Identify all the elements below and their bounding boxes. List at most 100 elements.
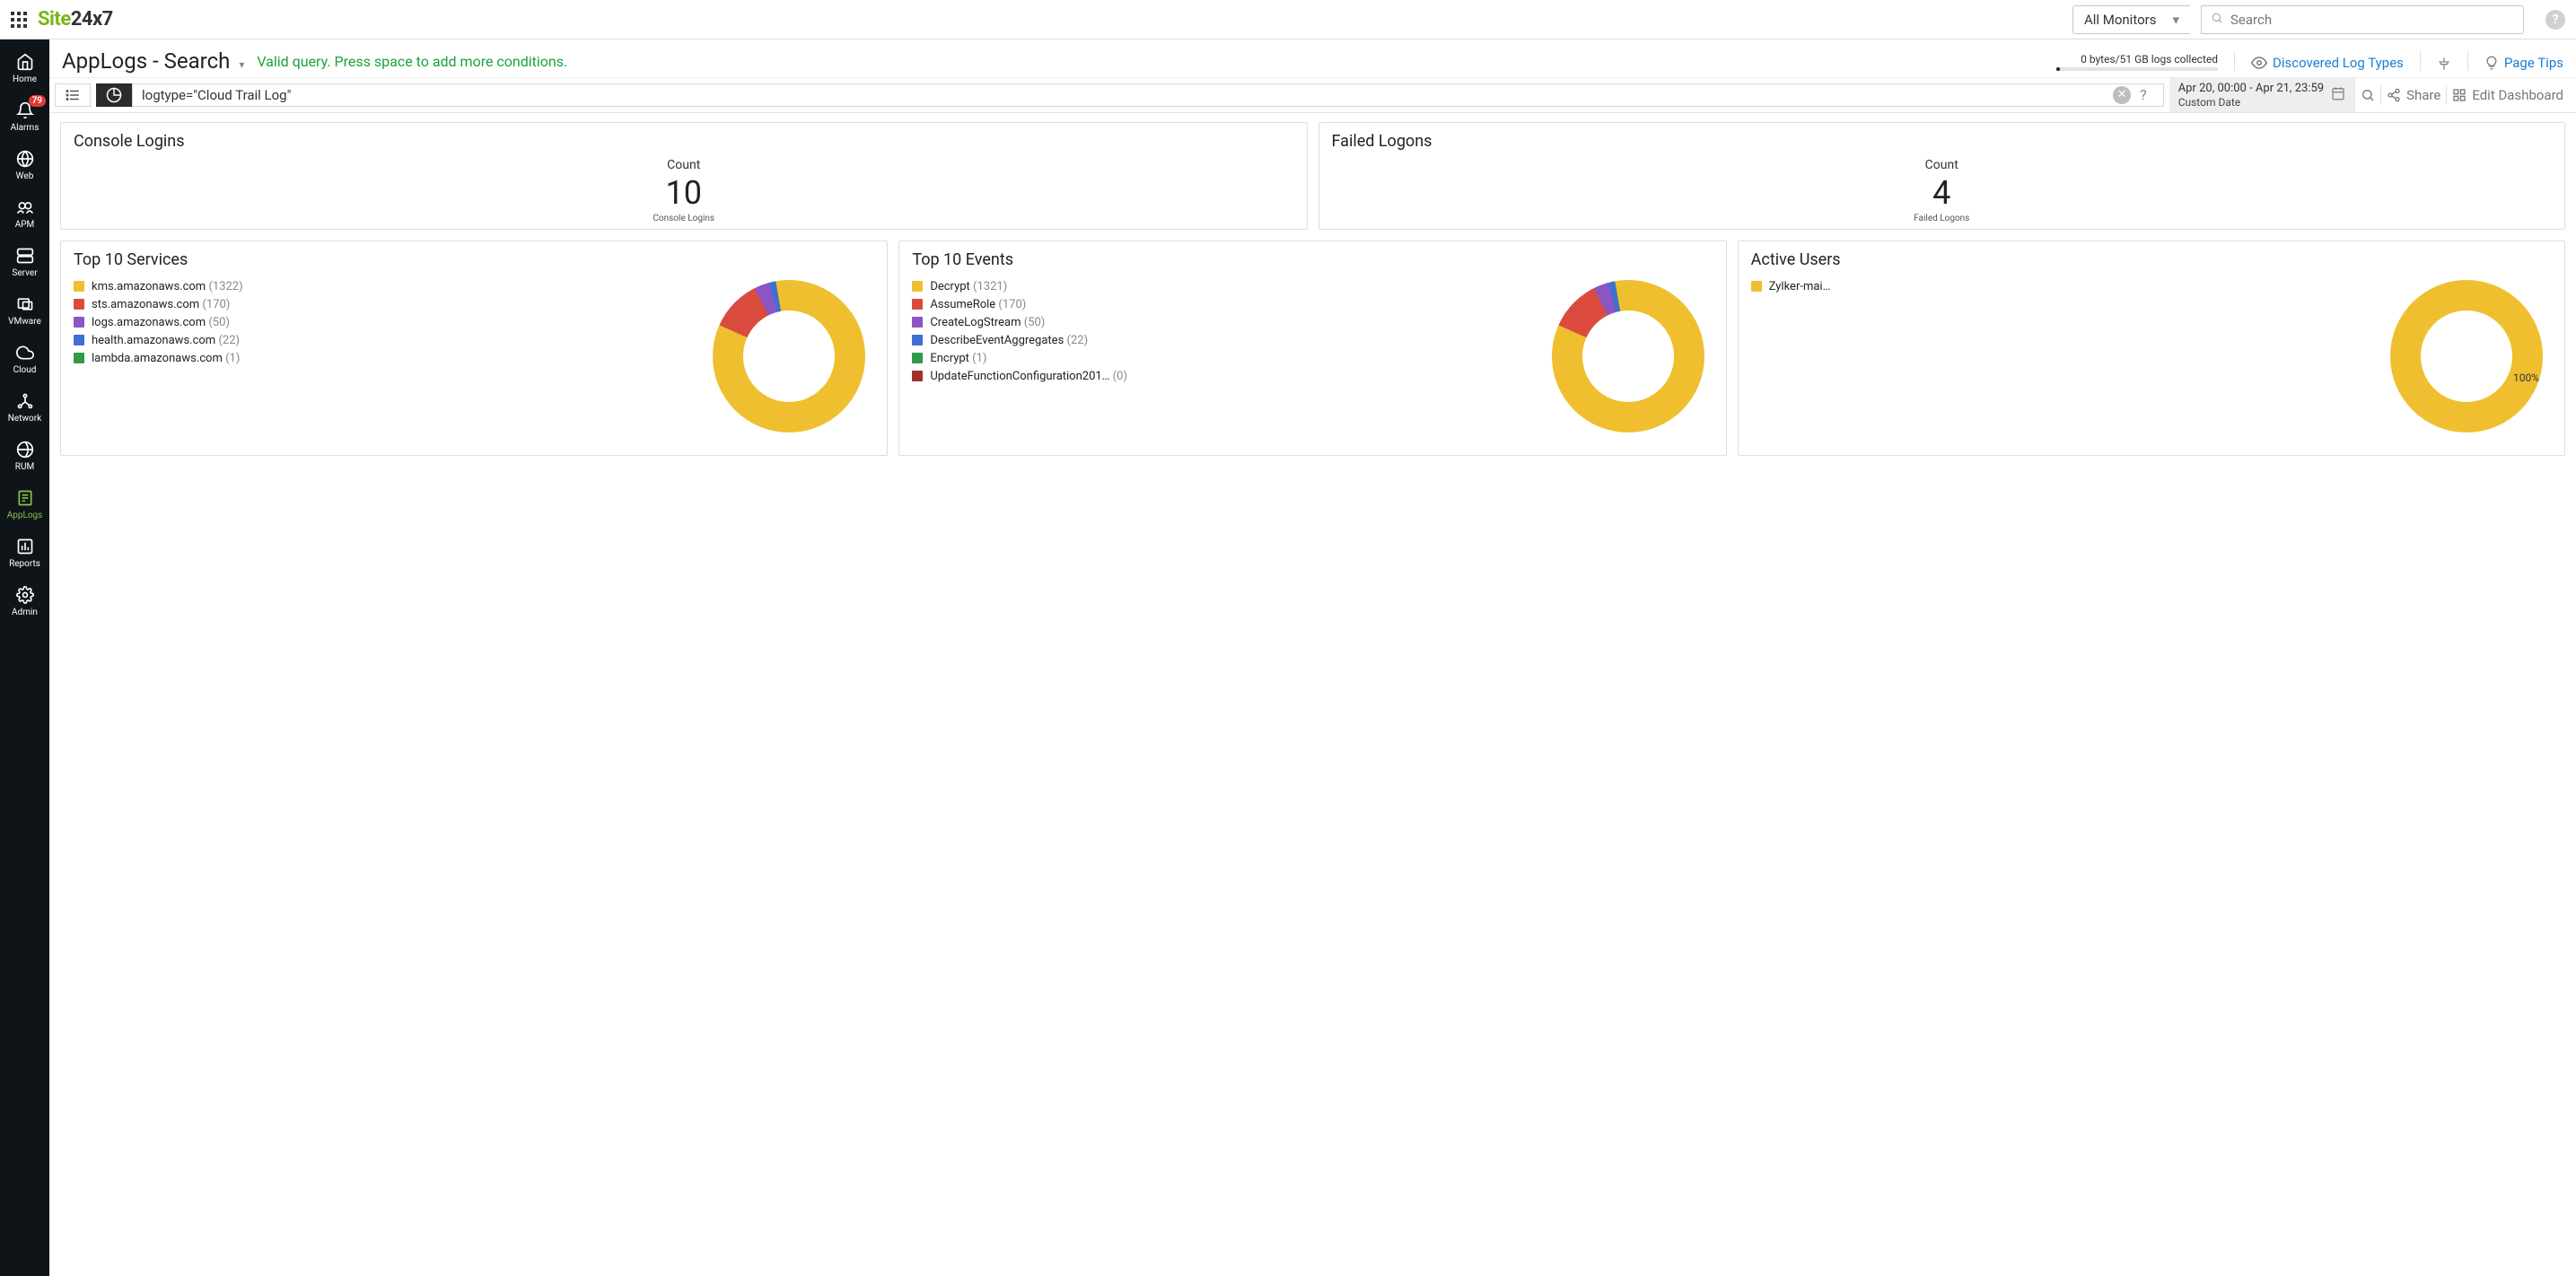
sidenav-item-server[interactable]: Server — [0, 239, 49, 285]
legend-item[interactable]: logs.amazonaws.com (50) — [74, 316, 688, 329]
help-icon[interactable]: ? — [2545, 10, 2565, 30]
log-usage: 0 bytes/51 GB logs collected — [2056, 53, 2218, 71]
date-range-sub: Custom Date — [2178, 96, 2324, 109]
sidenav-item-applogs[interactable]: AppLogs — [0, 481, 49, 528]
sidenav-item-home[interactable]: Home — [0, 45, 49, 92]
query-help-icon[interactable]: ? — [2140, 86, 2147, 103]
date-range-picker[interactable]: Apr 20, 00:00 - Apr 21, 23:59 Custom Dat… — [2169, 78, 2354, 112]
query-hint: Valid query. Press space to add more con… — [257, 53, 567, 70]
page-tips-label: Page Tips — [2504, 55, 2563, 71]
legend-item[interactable]: sts.amazonaws.com (170) — [74, 298, 688, 311]
legend: Decrypt (1321) AssumeRole (170) CreateLogS… — [912, 280, 1526, 433]
legend-label: health.amazonaws.com (22) — [92, 334, 240, 347]
legend-label: lambda.amazonaws.com (1) — [92, 352, 240, 365]
apps-grid-icon[interactable] — [11, 12, 27, 28]
chart-view-button[interactable] — [96, 83, 132, 107]
page-header: AppLogs - Search ▾ Valid query. Press sp… — [49, 39, 2576, 78]
legend-swatch — [912, 281, 923, 292]
web-icon — [15, 149, 35, 169]
legend-label: CreateLogStream (50) — [930, 316, 1045, 329]
legend-swatch — [74, 335, 84, 345]
share-button[interactable]: Share — [2381, 78, 2446, 112]
legend-item[interactable]: health.amazonaws.com (22) — [74, 334, 688, 347]
card-failed-logons[interactable]: Failed Logons Count 4 Failed Logons — [1319, 122, 2566, 230]
sidenav-item-alarms[interactable]: Alarms 79 — [0, 93, 49, 140]
sidenav: Home Alarms 79 Web APMServer VMware CloudNetwo… — [0, 39, 49, 1276]
brand-right: 24x7 — [71, 8, 113, 31]
discovered-log-types-link[interactable]: Discovered Log Types — [2251, 55, 2404, 71]
brand-logo[interactable]: Site24x7 — [38, 8, 113, 31]
sidenav-item-admin[interactable]: Admin — [0, 578, 49, 625]
pin-icon[interactable] — [2437, 57, 2451, 71]
legend-item[interactable]: Encrypt (1) — [912, 352, 1526, 365]
page-title[interactable]: AppLogs - Search ▾ — [62, 48, 244, 74]
legend-item[interactable]: Decrypt (1321) — [912, 280, 1526, 293]
log-usage-text: 0 bytes/51 GB logs collected — [2081, 53, 2218, 66]
legend-label: kms.amazonaws.com (1322) — [92, 280, 243, 293]
sidenav-label: Alarms — [11, 123, 39, 133]
count-label: Count — [61, 158, 1307, 172]
edit-dashboard-button[interactable]: Edit Dashboard — [2447, 78, 2576, 112]
legend-swatch — [912, 317, 923, 328]
query-row: logtype="Cloud Trail Log" ✕ ? Apr 20, 00… — [49, 78, 2576, 113]
legend-item[interactable]: CreateLogStream (50) — [912, 316, 1526, 329]
global-search[interactable] — [2201, 5, 2524, 34]
sidenav-label: AppLogs — [7, 511, 43, 520]
sidenav-item-cloud[interactable]: Cloud — [0, 336, 49, 382]
legend: kms.amazonaws.com (1322) sts.amazonaws.co… — [74, 280, 688, 433]
legend-item[interactable]: UpdateFunctionConfiguration201… (0) — [912, 370, 1526, 383]
server-icon — [15, 246, 35, 266]
search-input[interactable] — [2230, 12, 2514, 28]
query-input[interactable]: logtype="Cloud Trail Log" ✕ ? — [132, 83, 2164, 107]
list-view-button[interactable] — [55, 83, 91, 107]
clear-query-icon[interactable]: ✕ — [2113, 86, 2131, 104]
legend-label: Zylker-mai… — [1769, 280, 1831, 293]
count-value: 10 — [61, 174, 1307, 212]
count-label: Count — [1319, 158, 2565, 172]
count-caption: Console Logins — [61, 214, 1307, 223]
sidenav-item-reports[interactable]: Reports — [0, 529, 49, 576]
query-text: logtype="Cloud Trail Log" — [142, 87, 291, 103]
legend-swatch — [1751, 281, 1762, 292]
legend-swatch — [74, 353, 84, 363]
sidenav-item-web[interactable]: Web — [0, 142, 49, 188]
legend-item[interactable]: Zylker-mai… — [1751, 280, 2365, 293]
sidenav-label: Web — [16, 171, 34, 181]
legend-item[interactable]: AssumeRole (170) — [912, 298, 1526, 311]
network-icon — [15, 391, 35, 411]
card-console-logins[interactable]: Console Logins Count 10 Console Logins — [60, 122, 1308, 230]
card-top-10-services[interactable]: Top 10 Services kms.amazonaws.com (1322)… — [60, 240, 888, 456]
legend-item[interactable]: kms.amazonaws.com (1322) — [74, 280, 688, 293]
sidenav-label: Admin — [12, 607, 38, 617]
chevron-down-icon: ▾ — [2172, 12, 2179, 28]
monitors-label: All Monitors — [2084, 12, 2157, 28]
legend-item[interactable]: DescribeEventAggregates (22) — [912, 334, 1526, 347]
legend-swatch — [912, 371, 923, 381]
card-top-10-events[interactable]: Top 10 Events Decrypt (1321) AssumeRole (… — [898, 240, 1726, 456]
topbar: Site24x7 All Monitors ▾ ? — [0, 0, 2576, 39]
apm-icon — [15, 197, 35, 217]
card-active-users[interactable]: Active Users Zylker-mai… 100% — [1738, 240, 2565, 456]
card-title: Top 10 Events — [899, 241, 1725, 275]
sidenav-item-apm[interactable]: APM — [0, 190, 49, 237]
donut-chart — [1552, 280, 1704, 433]
eye-icon — [2251, 55, 2267, 71]
alarm-badge: 79 — [29, 95, 46, 107]
run-search-button[interactable] — [2354, 78, 2380, 112]
sidenav-label: VMware — [8, 317, 41, 327]
lightbulb-icon — [2484, 56, 2499, 70]
monitors-dropdown[interactable]: All Monitors ▾ — [2072, 5, 2190, 34]
pie-pct-label: 100% — [2513, 371, 2539, 384]
sidenav-label: Reports — [9, 559, 40, 569]
rum-icon — [15, 440, 35, 459]
legend-label: UpdateFunctionConfiguration201… (0) — [930, 370, 1127, 383]
legend-item[interactable]: lambda.amazonaws.com (1) — [74, 352, 688, 365]
legend-swatch — [74, 299, 84, 310]
legend-label: sts.amazonaws.com (170) — [92, 298, 230, 311]
sidenav-item-rum[interactable]: RUM — [0, 433, 49, 479]
page-tips-link[interactable]: Page Tips — [2484, 55, 2563, 71]
sidenav-item-vmware[interactable]: VMware — [0, 287, 49, 334]
card-title: Failed Logons — [1319, 123, 2565, 156]
legend-label: logs.amazonaws.com (50) — [92, 316, 230, 329]
sidenav-item-network[interactable]: Network — [0, 384, 49, 431]
